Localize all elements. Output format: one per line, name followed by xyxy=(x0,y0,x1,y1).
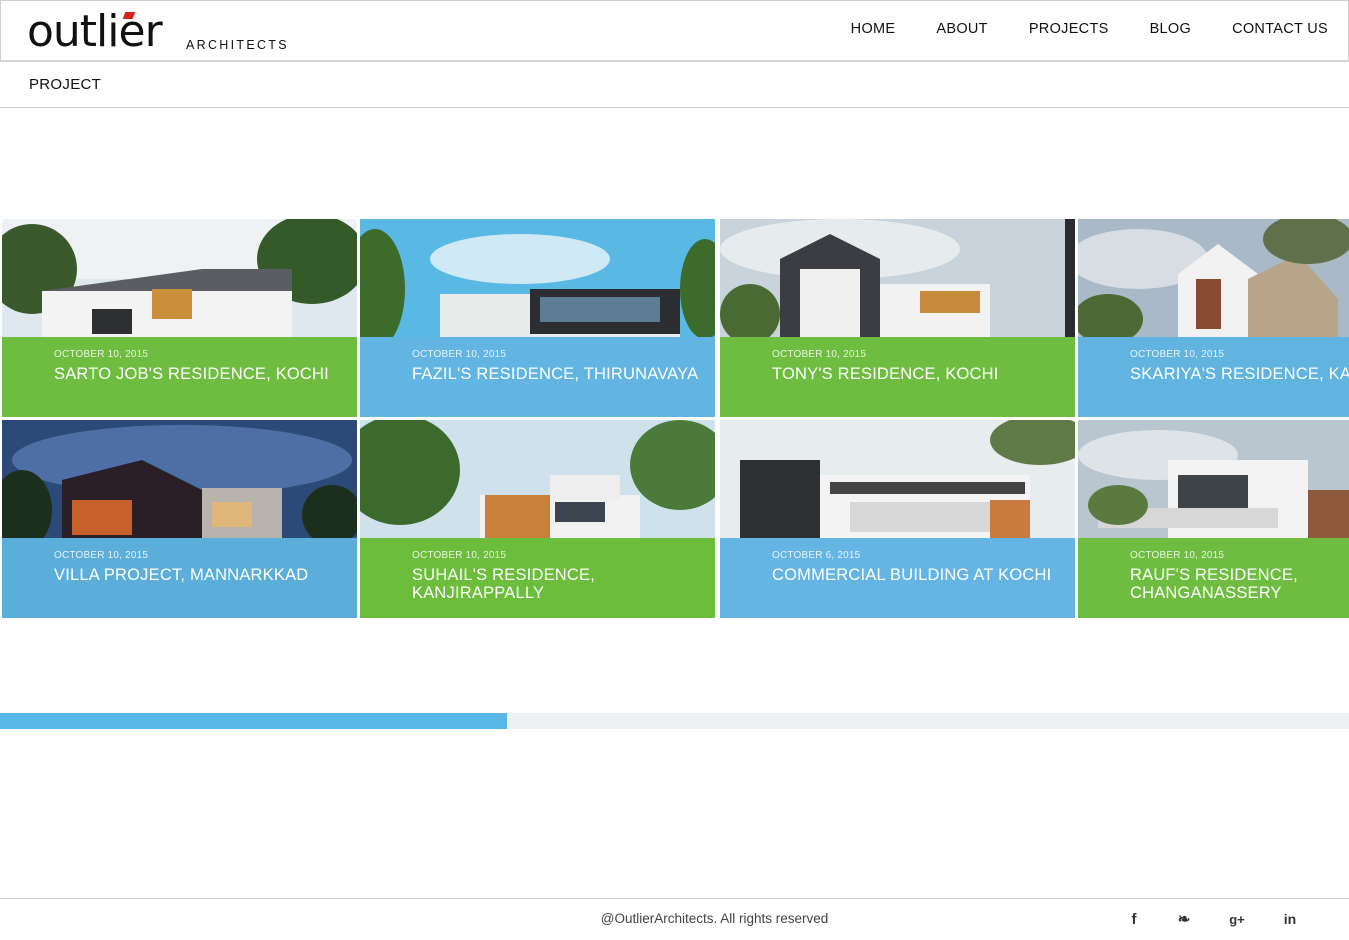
twitter-icon[interactable]: ❧ xyxy=(1174,909,1194,929)
project-date: OCTOBER 10, 2015 xyxy=(412,550,507,561)
nav-projects[interactable]: PROJECTS xyxy=(1029,21,1109,37)
slider-progress[interactable] xyxy=(0,713,1349,729)
project-card[interactable]: OCTOBER 10, 2015 TONY'S RESIDENCE, KOCHI xyxy=(720,219,1075,417)
project-title: COMMERCIAL BUILDING AT KOCHI xyxy=(772,566,1052,584)
nav-contact-us[interactable]: CONTACT US xyxy=(1232,21,1328,37)
nav-about[interactable]: ABOUT xyxy=(936,21,987,37)
project-title: SKARIYA'S RESIDENCE, KAL xyxy=(1130,365,1349,383)
project-grid: OCTOBER 10, 2015 SARTO JOB'S RESIDENCE, … xyxy=(0,0,1349,940)
google-plus-icon[interactable]: g+ xyxy=(1227,909,1247,929)
page-title: PROJECT xyxy=(29,76,102,93)
breadcrumb-bar: PROJECT xyxy=(0,62,1349,108)
project-card[interactable]: OCTOBER 10, 2015 SKARIYA'S RESIDENCE, KA… xyxy=(1078,219,1349,417)
project-title: TONY'S RESIDENCE, KOCHI xyxy=(772,365,999,383)
card-overlay: OCTOBER 10, 2015 SKARIYA'S RESIDENCE, KA… xyxy=(1078,337,1349,417)
nav-blog[interactable]: BLOG xyxy=(1150,21,1192,37)
project-date: OCTOBER 10, 2015 xyxy=(54,349,149,360)
logo-subtitle: ARCHITECTS xyxy=(186,38,289,52)
site-footer: @OutlierArchitects. All rights reserved … xyxy=(0,898,1349,940)
main-nav: HOME ABOUT PROJECTS BLOG CONTACT US xyxy=(810,21,1328,37)
project-date: OCTOBER 10, 2015 xyxy=(1130,550,1225,561)
facebook-icon[interactable]: f xyxy=(1124,909,1144,929)
project-date: OCTOBER 10, 2015 xyxy=(1130,349,1225,360)
site-header: outlier ARCHITECTS HOME ABOUT PROJECTS B… xyxy=(0,0,1349,62)
project-title: SARTO JOB'S RESIDENCE, KOCHI xyxy=(54,365,329,383)
linkedin-icon[interactable]: in xyxy=(1280,909,1300,929)
project-card[interactable]: OCTOBER 10, 2015 FAZIL'S RESIDENCE, THIR… xyxy=(360,219,715,417)
logo-wordmark: outlier xyxy=(27,6,163,57)
project-card[interactable]: OCTOBER 10, 2015 RAUF'S RESIDENCE, CHANG… xyxy=(1078,420,1349,618)
card-overlay: OCTOBER 10, 2015 RAUF'S RESIDENCE, CHANG… xyxy=(1078,538,1349,618)
copyright-text: @OutlierArchitects. All rights reserved xyxy=(600,911,829,926)
card-overlay: OCTOBER 6, 2015 COMMERCIAL BUILDING AT K… xyxy=(720,538,1075,618)
card-overlay: OCTOBER 10, 2015 SUHAIL'S RESIDENCE, KAN… xyxy=(360,538,715,618)
project-card[interactable]: OCTOBER 10, 2015 SUHAIL'S RESIDENCE, KAN… xyxy=(360,420,715,618)
project-title: RAUF'S RESIDENCE, CHANGANASSERY xyxy=(1130,566,1298,602)
card-overlay: OCTOBER 10, 2015 TONY'S RESIDENCE, KOCHI xyxy=(720,337,1075,417)
progress-fill xyxy=(0,713,508,729)
card-overlay: OCTOBER 10, 2015 SARTO JOB'S RESIDENCE, … xyxy=(2,337,357,417)
project-title: VILLA PROJECT, MANNARKKAD xyxy=(54,566,309,584)
project-date: OCTOBER 10, 2015 xyxy=(772,349,867,360)
project-card[interactable]: OCTOBER 6, 2015 COMMERCIAL BUILDING AT K… xyxy=(720,420,1075,618)
project-card[interactable]: OCTOBER 10, 2015 SARTO JOB'S RESIDENCE, … xyxy=(2,219,357,417)
project-date: OCTOBER 10, 2015 xyxy=(412,349,507,360)
project-card[interactable]: OCTOBER 10, 2015 VILLA PROJECT, MANNARKK… xyxy=(2,420,357,618)
project-title: FAZIL'S RESIDENCE, THIRUNAVAYA xyxy=(412,365,699,383)
project-date: OCTOBER 10, 2015 xyxy=(54,550,149,561)
card-overlay: OCTOBER 10, 2015 FAZIL'S RESIDENCE, THIR… xyxy=(360,337,715,417)
nav-home[interactable]: HOME xyxy=(851,21,896,37)
card-overlay: OCTOBER 10, 2015 VILLA PROJECT, MANNARKK… xyxy=(2,538,357,618)
project-date: OCTOBER 6, 2015 xyxy=(772,550,861,561)
project-title: SUHAIL'S RESIDENCE, KANJIRAPPALLY xyxy=(412,566,595,602)
